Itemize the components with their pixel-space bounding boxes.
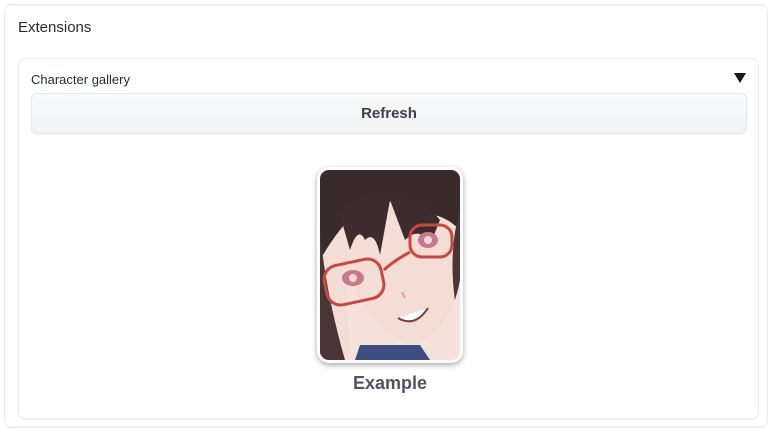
portrait-image (320, 170, 460, 360)
gallery-item-name[interactable]: Example (315, 373, 465, 394)
extensions-panel: Extensions Character gallery Refresh Exa… (4, 4, 768, 428)
panel-title: Extensions (18, 19, 92, 36)
gallery-item[interactable]: Example (315, 167, 465, 394)
accordion-label: Character gallery (31, 72, 130, 87)
caret-down-icon[interactable] (734, 73, 746, 83)
character-gallery-accordion: Character gallery Refresh Example (18, 58, 759, 420)
accordion-header[interactable]: Character gallery (31, 71, 746, 89)
character-portrait[interactable] (317, 167, 463, 363)
refresh-button[interactable]: Refresh (31, 93, 747, 134)
